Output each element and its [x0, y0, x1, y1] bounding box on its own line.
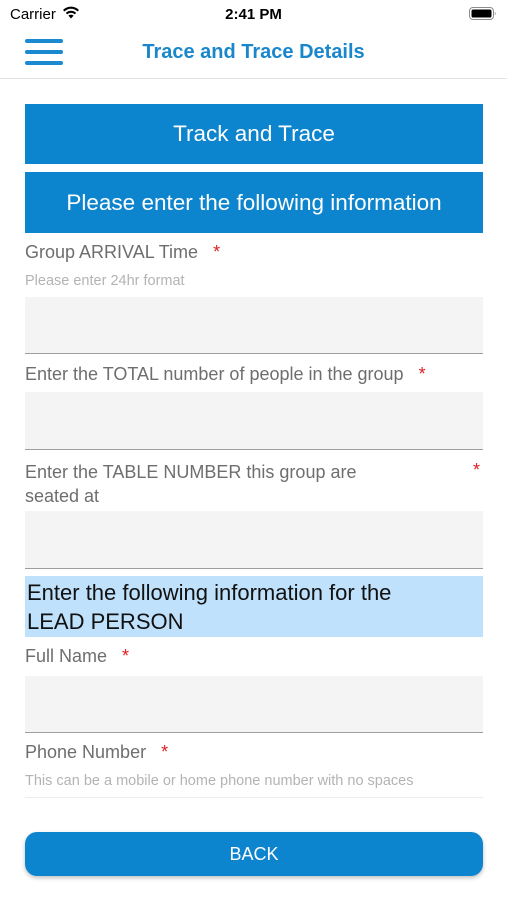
table-number-label: Enter the TABLE NUMBER this group are se… [25, 460, 356, 508]
instructions-banner: Please enter the following information [25, 172, 483, 233]
arrival-time-hint: Please enter 24hr format [25, 273, 185, 289]
phone-number-label: Phone Number * [25, 742, 168, 763]
required-marker: * [418, 364, 426, 384]
total-people-label-text: Enter the TOTAL number of people in the … [25, 364, 404, 384]
navigation-bar: Trace and Trace Details [0, 28, 507, 79]
status-bar: Carrier 2:41 PM [0, 0, 507, 28]
lead-section-line1: Enter the following information for the [27, 580, 392, 605]
page-title: Trace and Trace Details [142, 41, 365, 63]
required-marker: * [122, 646, 130, 666]
track-and-trace-banner: Track and Trace [25, 104, 483, 164]
total-people-input[interactable] [25, 392, 483, 450]
table-number-label-line2: seated at [25, 486, 100, 506]
clock-time: 2:41 PM [225, 6, 282, 23]
phone-number-label-text: Phone Number [25, 742, 147, 762]
lead-person-section-header: Enter the following information for the … [25, 576, 483, 637]
full-name-input[interactable] [25, 676, 483, 733]
lead-section-line2: LEAD PERSON [27, 609, 184, 634]
table-number-label-line1: Enter the TABLE NUMBER this group are [25, 462, 357, 482]
arrival-time-input[interactable] [25, 297, 483, 354]
arrival-time-label: Group ARRIVAL Time * [25, 242, 220, 263]
table-number-input[interactable] [25, 511, 483, 569]
battery-icon [469, 7, 496, 20]
total-people-label: Enter the TOTAL number of people in the … [25, 364, 426, 385]
back-button[interactable]: BACK [25, 832, 483, 876]
required-marker: * [473, 460, 481, 480]
phone-number-field-underline [25, 797, 483, 798]
phone-number-hint[interactable]: This can be a mobile or home phone numbe… [25, 773, 414, 789]
full-name-label-text: Full Name [25, 646, 108, 666]
required-marker: * [213, 242, 221, 262]
full-name-label: Full Name * [25, 646, 129, 667]
arrival-time-label-text: Group ARRIVAL Time [25, 242, 199, 262]
required-marker: * [161, 742, 169, 762]
